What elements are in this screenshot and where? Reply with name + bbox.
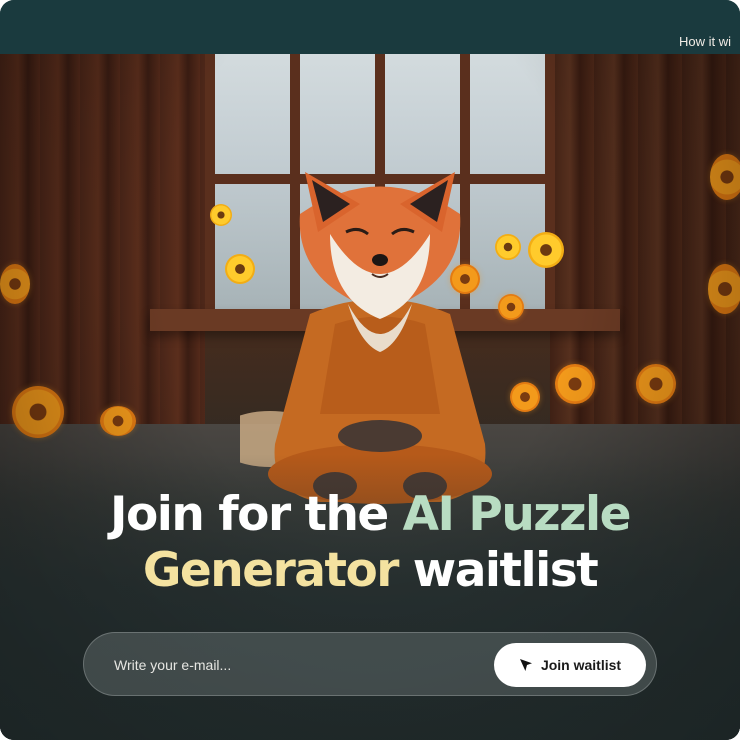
app-frame: How it wi Join for the AI Puzzle Generat… — [0, 0, 740, 740]
title-text-white: Join for the — [110, 487, 403, 542]
email-input[interactable] — [112, 633, 476, 697]
nav-link-how-it-works[interactable]: How it wi — [679, 34, 731, 49]
send-icon — [519, 659, 532, 671]
waitlist-form: Join waitlist — [83, 632, 657, 697]
title-text-highlight-yellow: Generator — [142, 543, 400, 598]
top-bar — [0, 0, 740, 54]
title-line-2: Generator waitlist — [0, 543, 740, 599]
title-line-1: Join for the AI Puzzle — [0, 487, 740, 543]
title-text-white: waitlist — [397, 543, 599, 598]
page-title: Join for the AI Puzzle Generator waitlis… — [0, 487, 740, 599]
title-text-highlight-green: AI Puzzle — [402, 487, 632, 542]
join-waitlist-button[interactable]: Join waitlist — [494, 643, 646, 687]
join-waitlist-label: Join waitlist — [540, 657, 622, 673]
